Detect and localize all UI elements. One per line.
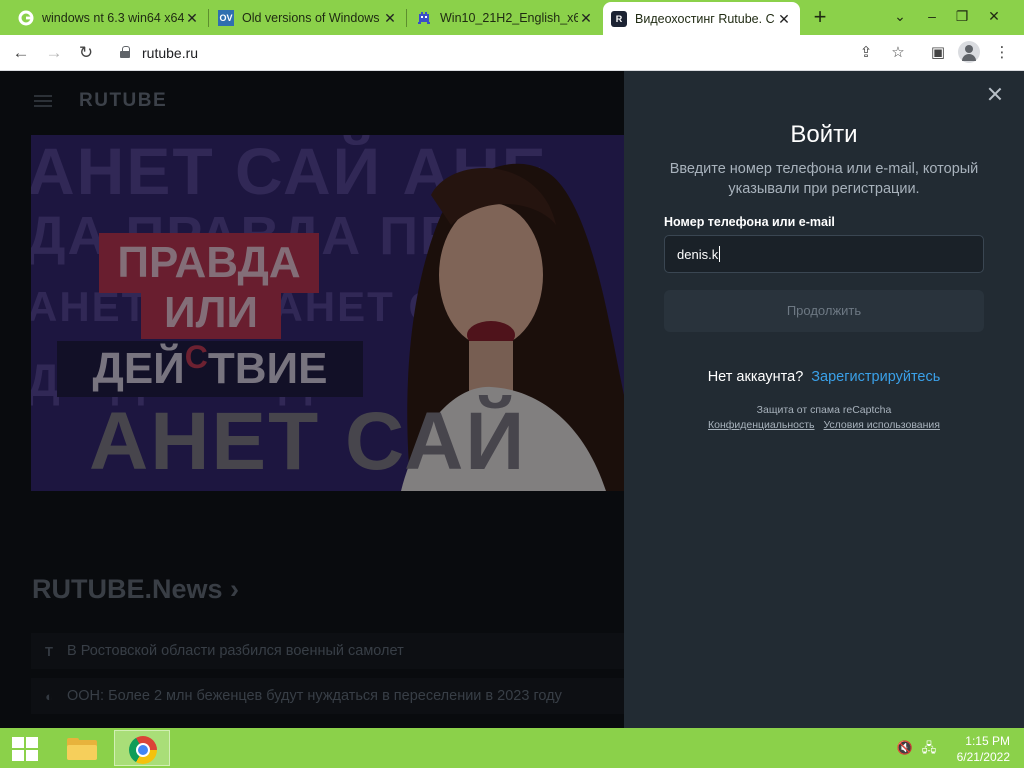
login-title: Войти [790,121,858,148]
back-arrow-icon[interactable]: ← [9,41,33,65]
windows-taskbar: 🔇 🖧 1:15 PM 6/21/2022 [0,728,1024,768]
rutube-icon: R [611,10,627,27]
continue-button[interactable]: Продолжить [664,290,984,332]
close-icon[interactable] [984,83,1006,105]
tab-google-search[interactable]: windows nt 6.3 win64 x64 ✕ [10,2,208,33]
chrome-icon [129,736,157,764]
reload-icon[interactable]: ↻ [74,41,98,65]
address-bar[interactable]: rutube.ru [108,39,918,67]
browser-tab-strip: windows nt 6.3 win64 x64 ✕ OV Old versio… [0,0,1024,35]
close-tab-icon[interactable]: ✕ [776,11,792,27]
bookmark-star-icon[interactable]: ☆ [886,41,910,65]
speaker-muted-icon[interactable]: 🔇 [896,740,914,756]
register-link[interactable]: Зарегистрируйтесь [811,369,940,385]
clock-time: 1:15 PM [965,734,1010,748]
login-subtitle: Введите номер телефона или e-mail, котор… [669,161,979,197]
new-tab-button[interactable]: + [808,6,832,30]
terms-link[interactable]: Условия использования [823,419,940,431]
tab-search-chevron-icon[interactable]: ⌄ [886,4,914,28]
system-clock[interactable]: 1:15 PM 6/21/2022 [940,733,1010,765]
phone-email-label: Номер телефона или e-mail [664,215,835,229]
tab-old-windows[interactable]: OV Old versions of Windows ✕ [210,2,406,33]
browser-toolbar: ← → ↻ rutube.ru ⇪ ☆ ▣ ⋮ [0,35,1024,71]
tab-title: windows nt 6.3 win64 x64 [42,10,184,25]
address-text: rutube.ru [142,45,199,61]
no-account-text: Нет аккаунта? [707,369,804,385]
window-close-icon[interactable]: ✕ [980,4,1008,28]
tab-separator [406,9,407,27]
tab-title: Win10_21H2_English_x64 [440,10,578,25]
minimize-icon[interactable]: – [918,4,946,28]
tab-win10-iso[interactable]: Win10_21H2_English_x64 ✕ [408,2,602,33]
side-panel-icon[interactable]: ▣ [926,41,950,65]
pixel-icon [416,10,432,26]
chrome-taskbar-button[interactable] [114,730,170,766]
close-tab-icon[interactable]: ✕ [382,10,398,26]
phone-email-input[interactable]: denis.k [664,235,984,273]
tab-title: Видеохостинг Rutube. C [635,11,775,26]
network-icon[interactable]: 🖧 [920,740,938,756]
forward-arrow-icon[interactable]: → [42,41,66,65]
lock-icon [120,46,130,58]
profile-avatar[interactable] [958,41,980,63]
tab-separator [208,9,209,27]
legal-links: Конфиденциальность Условия использования [624,419,1024,431]
tab-title: Old versions of Windows [242,10,380,25]
phone-email-value: denis.k [677,247,719,262]
login-panel: Войти Введите номер телефона или e-mail,… [624,71,1024,728]
folder-icon [67,738,97,760]
windows-start-icon[interactable] [12,737,38,761]
tab-rutube[interactable]: R Видеохостинг Rutube. C ✕ [603,2,800,35]
google-icon [18,10,34,26]
clock-date: 6/21/2022 [956,750,1010,764]
ov-icon: OV [218,9,234,26]
text-caret [719,246,720,262]
recaptcha-note: Защита от спама reCaptcha [756,404,892,416]
kebab-menu-icon[interactable]: ⋮ [990,41,1014,65]
file-explorer-button[interactable] [53,730,109,766]
signup-prompt: Нет аккаунта? Зарегистрируйтесь [624,369,1024,385]
privacy-link[interactable]: Конфиденциальность [708,419,815,431]
restore-icon[interactable]: ❐ [948,4,976,28]
close-tab-icon[interactable]: ✕ [578,10,594,26]
close-tab-icon[interactable]: ✕ [184,10,200,26]
share-icon[interactable]: ⇪ [854,41,878,65]
modal-overlay[interactable] [0,71,624,728]
